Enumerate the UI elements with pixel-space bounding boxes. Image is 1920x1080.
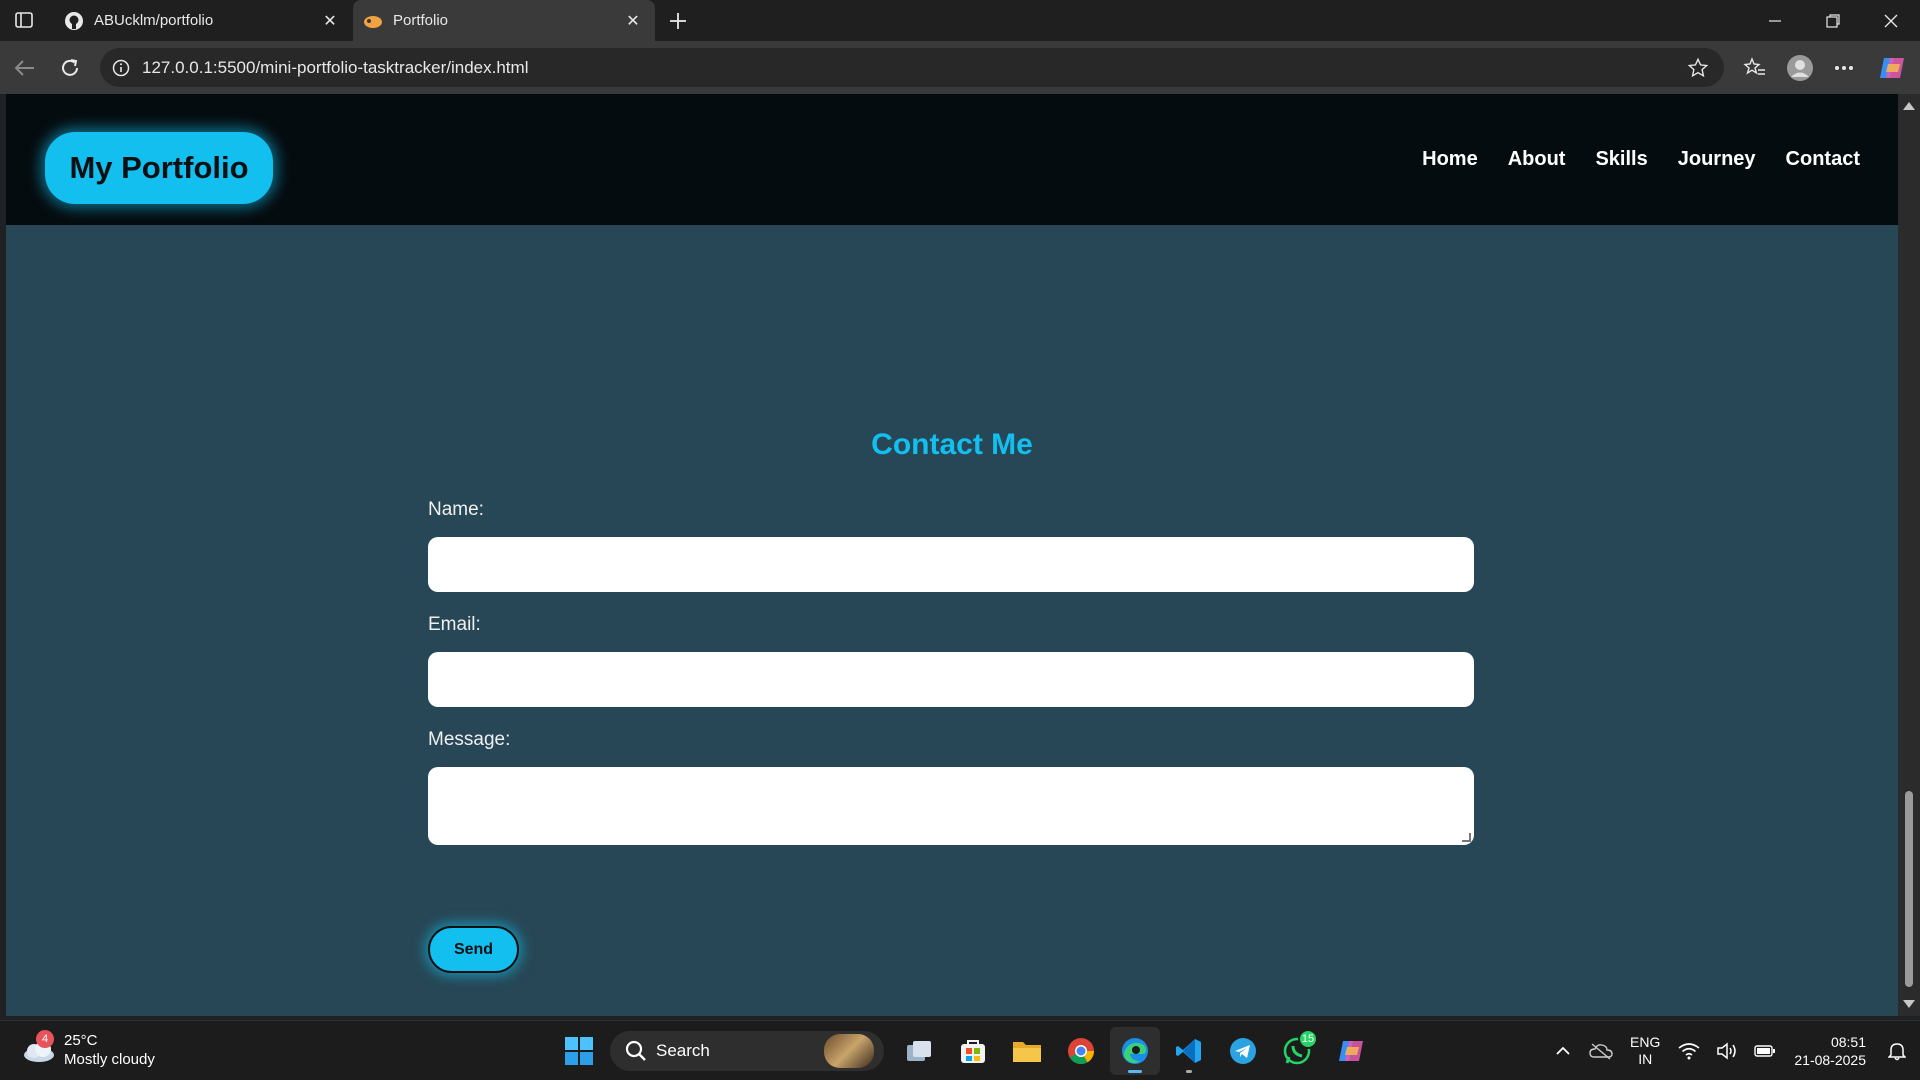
site-logo[interactable]: My Portfolio — [45, 132, 273, 204]
clock-time: 08:51 — [1830, 1034, 1866, 1050]
page-scrollbar[interactable] — [1898, 94, 1920, 1016]
task-view-icon[interactable] — [894, 1027, 944, 1075]
whatsapp-badge: 15 — [1298, 1029, 1318, 1049]
search-icon — [625, 1040, 646, 1061]
taskbar: 4 25°C Mostly cloudy Search 15 ENG IN 08… — [0, 1020, 1920, 1080]
telegram-icon[interactable] — [1218, 1027, 1268, 1075]
clock-date: 21-08-2025 — [1794, 1052, 1866, 1068]
whatsapp-icon[interactable]: 15 — [1272, 1027, 1322, 1075]
close-window-icon[interactable] — [1862, 0, 1920, 41]
site-nav: Home About Skills Journey Contact — [1422, 148, 1860, 171]
tab-title: ABUcklm/portfolio — [94, 12, 214, 29]
chrome-icon[interactable] — [1056, 1027, 1106, 1075]
chevron-up-icon[interactable] — [1548, 1036, 1578, 1066]
start-icon[interactable] — [554, 1027, 604, 1075]
language-code: ENG — [1630, 1034, 1661, 1050]
clock[interactable]: 08:51 21-08-2025 — [1794, 1033, 1866, 1069]
search-label: Search — [656, 1041, 710, 1060]
site-info-icon[interactable] — [110, 57, 132, 79]
copilot-app-icon[interactable] — [1326, 1027, 1376, 1075]
cloud-icon: 4 — [22, 1030, 56, 1064]
nav-link-about[interactable]: About — [1508, 148, 1566, 171]
message-textarea[interactable] — [428, 767, 1474, 845]
language-indicator[interactable]: ENG IN — [1630, 1034, 1660, 1068]
search-highlight-image — [824, 1034, 874, 1068]
wifi-icon[interactable] — [1674, 1036, 1704, 1066]
email-label: Email: — [428, 614, 481, 635]
onedrive-icon[interactable] — [1586, 1036, 1616, 1066]
name-input[interactable] — [428, 537, 1474, 592]
microsoft-store-icon[interactable] — [948, 1027, 998, 1075]
nav-link-skills[interactable]: Skills — [1595, 148, 1647, 171]
new-tab-icon[interactable] — [664, 7, 692, 35]
tab-title: Portfolio — [393, 12, 449, 29]
nav-link-journey[interactable]: Journey — [1678, 148, 1756, 171]
tab-github[interactable]: ABUcklm/portfolio ✕ — [54, 0, 352, 41]
star-icon[interactable] — [1684, 54, 1712, 82]
address-url[interactable]: 127.0.0.1:5500/mini-portfolio-tasktracke… — [142, 58, 1684, 78]
edge-icon[interactable] — [1110, 1027, 1160, 1075]
back-icon[interactable] — [8, 52, 40, 84]
system-tray: ENG IN 08:51 21-08-2025 — [1544, 1021, 1920, 1080]
name-label: Name: — [428, 499, 484, 520]
close-tab-icon[interactable]: ✕ — [318, 9, 342, 33]
resize-grip-icon[interactable] — [1462, 833, 1471, 842]
nav-link-contact[interactable]: Contact — [1786, 148, 1860, 171]
weather-condition: Mostly cloudy — [64, 1051, 155, 1068]
address-bar[interactable]: 127.0.0.1:5500/mini-portfolio-tasktracke… — [100, 48, 1724, 87]
language-region: IN — [1638, 1051, 1653, 1067]
taskbar-apps: Search 15 — [552, 1027, 1378, 1075]
file-explorer-icon[interactable] — [1002, 1027, 1052, 1075]
weather-widget[interactable]: 4 25°C Mostly cloudy — [22, 1030, 155, 1069]
weather-badge: 4 — [36, 1030, 54, 1048]
copilot-icon[interactable] — [1876, 52, 1908, 84]
contact-title: Contact Me — [871, 428, 1033, 461]
profile-avatar-icon[interactable] — [1784, 52, 1816, 84]
github-icon — [64, 11, 84, 31]
active-app-indicator — [1128, 1070, 1142, 1073]
email-input[interactable] — [428, 652, 1474, 707]
taskbar-search[interactable]: Search — [610, 1031, 884, 1071]
volume-icon[interactable] — [1712, 1036, 1742, 1066]
message-label: Message: — [428, 729, 511, 750]
running-app-indicator — [1186, 1070, 1192, 1073]
battery-icon[interactable] — [1750, 1036, 1780, 1066]
tab-actions-icon[interactable] — [10, 8, 38, 32]
contact-form: Name: Email: Message: Send — [428, 499, 1474, 973]
favorites-icon[interactable] — [1739, 52, 1771, 84]
more-options-icon[interactable] — [1828, 52, 1860, 84]
tab-portfolio[interactable]: Portfolio ✕ — [353, 0, 655, 41]
close-tab-icon[interactable]: ✕ — [621, 9, 645, 33]
scroll-up-icon[interactable] — [1903, 102, 1915, 110]
restore-icon[interactable] — [1804, 0, 1862, 41]
weather-temp: 25°C — [64, 1032, 98, 1049]
scroll-down-icon[interactable] — [1903, 1000, 1915, 1008]
browser-toolbar: 127.0.0.1:5500/mini-portfolio-tasktracke… — [0, 41, 1920, 94]
scrollbar-thumb[interactable] — [1905, 791, 1913, 987]
browser-tab-bar: ABUcklm/portfolio ✕ Portfolio ✕ — [0, 0, 1920, 41]
send-button[interactable]: Send — [428, 926, 519, 973]
notification-bell-icon[interactable] — [1882, 1036, 1912, 1066]
minimize-icon[interactable] — [1746, 0, 1804, 41]
portfolio-favicon — [363, 11, 383, 31]
reload-icon[interactable] — [54, 52, 86, 84]
vscode-icon[interactable] — [1164, 1027, 1214, 1075]
site-header: My Portfolio Home About Skills Journey C… — [6, 94, 1898, 225]
page-viewport: My Portfolio Home About Skills Journey C… — [6, 94, 1898, 1016]
nav-link-home[interactable]: Home — [1422, 148, 1478, 171]
